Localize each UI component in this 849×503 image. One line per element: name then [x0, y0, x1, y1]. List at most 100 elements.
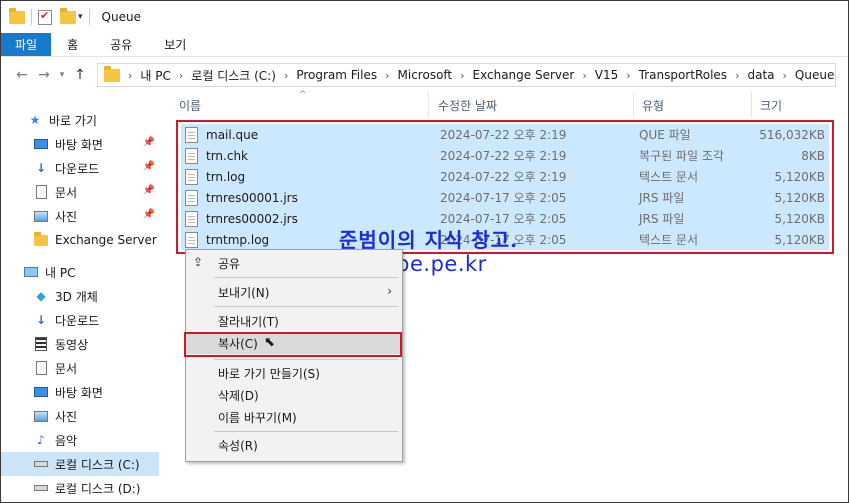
menu-divider	[214, 359, 398, 360]
chevron-right-icon[interactable]: ›	[128, 69, 132, 82]
sidebar-item-desktop-pc[interactable]: 바탕 화면	[1, 380, 159, 404]
context-menu: ⇪ 공유 보내기(N) › 잘라내기(T) 복사(C) ⬉ 바로 가기 만들기(…	[184, 249, 403, 462]
desktop-icon	[33, 136, 49, 152]
sidebar-item-pictures-pc[interactable]: 사진	[1, 404, 159, 428]
chevron-right-icon[interactable]: ›	[460, 69, 464, 82]
sidebar-item-label: 바탕 화면	[55, 385, 103, 400]
menu-item-delete[interactable]: 삭제(D)	[186, 384, 402, 406]
back-button[interactable]: ←	[11, 67, 33, 83]
recent-locations-button[interactable]: ▾	[55, 70, 69, 80]
sidebar-item-label: 바탕 화면	[55, 137, 103, 152]
sidebar-item-3d-objects[interactable]: ◆ 3D 개체	[1, 284, 159, 308]
file-size: 5,120KB	[774, 169, 825, 184]
up-button[interactable]: ↑	[69, 67, 91, 83]
properties-icon[interactable]	[38, 9, 52, 25]
breadcrumb-data[interactable]: data	[747, 68, 774, 82]
sidebar-item-label: 음악	[55, 433, 78, 448]
chevron-right-icon[interactable]: ›	[284, 69, 288, 82]
menu-item-rename[interactable]: 이름 바꾸기(M)	[186, 406, 402, 428]
sidebar-item-label: 사진	[55, 209, 78, 224]
menu-item-label: 바로 가기 만들기(S)	[218, 366, 320, 381]
breadcrumb-microsoft[interactable]: Microsoft	[398, 68, 453, 82]
table-row[interactable]: trnres00001.jrs 2024-07-17 오후 2:05 JRS 파…	[181, 187, 829, 208]
sidebar-item-label: Exchange Server	[55, 233, 157, 247]
forward-button[interactable]: →	[33, 67, 55, 83]
new-folder-icon[interactable]	[60, 7, 76, 24]
sidebar-item-local-disk-d[interactable]: 로컬 디스크 (D:)	[1, 476, 159, 500]
chevron-right-icon[interactable]: ›	[179, 69, 183, 82]
breadcrumb-local-disk-c[interactable]: 로컬 디스크 (C:)	[191, 67, 276, 84]
file-size: 5,120KB	[774, 190, 825, 205]
file-name: trn.chk	[206, 148, 248, 163]
sidebar-item-exchange-server[interactable]: Exchange Server	[1, 228, 159, 252]
sidebar-item-documents[interactable]: 문서 📌	[1, 180, 159, 204]
sidebar-item-this-pc[interactable]: 내 PC	[1, 260, 159, 284]
column-header-size[interactable]: 크기	[752, 92, 830, 118]
folder-icon	[104, 65, 120, 82]
file-icon	[185, 126, 198, 143]
ribbon-tabs: 파일 홈 공유 보기	[1, 33, 848, 57]
file-name: trnres00001.jrs	[206, 190, 298, 205]
sidebar-item-label: 3D 개체	[55, 289, 98, 304]
sidebar-item-quick-access[interactable]: ★ 바로 가기	[1, 108, 159, 132]
chevron-right-icon[interactable]: ›	[626, 69, 630, 82]
sidebar-item-videos[interactable]: 동영상	[1, 332, 159, 356]
breadcrumb-transportroles[interactable]: TransportRoles	[639, 68, 727, 82]
file-type: JRS 파일	[639, 212, 685, 226]
file-type: QUE 파일	[639, 128, 691, 142]
sidebar-item-label: 로컬 디스크 (D:)	[55, 481, 141, 496]
table-row[interactable]: mail.que 2024-07-22 오후 2:19 QUE 파일 516,0…	[181, 124, 829, 145]
tab-home[interactable]: 홈	[51, 33, 94, 56]
desktop-icon	[33, 384, 49, 400]
menu-divider	[214, 277, 398, 278]
menu-item-properties[interactable]: 속성(R)	[186, 434, 402, 456]
sidebar-item-downloads-pc[interactable]: ↓ 다운로드	[1, 308, 159, 332]
breadcrumb-exchange-server[interactable]: Exchange Server	[473, 68, 575, 82]
sidebar-item-pictures[interactable]: 사진 📌	[1, 204, 159, 228]
document-icon	[33, 184, 49, 200]
pc-icon	[23, 264, 39, 280]
menu-item-label: 삭제(D)	[218, 388, 259, 403]
menu-item-send-to[interactable]: 보내기(N) ›	[186, 281, 402, 303]
text-file-icon	[185, 231, 198, 248]
table-row[interactable]: trn.chk 2024-07-22 오후 2:19 복구된 파일 조각 8KB	[181, 145, 829, 166]
sidebar-item-desktop[interactable]: 바탕 화면 📌	[1, 132, 159, 156]
file-name: mail.que	[206, 127, 259, 142]
address-bar[interactable]: › 내 PC › 로컬 디스크 (C:) › Program Files › M…	[97, 63, 836, 87]
tab-file[interactable]: 파일	[1, 33, 52, 56]
breadcrumb-v15[interactable]: V15	[595, 68, 618, 82]
file-size: 5,120KB	[774, 232, 825, 247]
sidebar-item-label: 바로 가기	[49, 113, 97, 128]
column-header-date[interactable]: 수정한 날짜	[430, 92, 634, 118]
table-row[interactable]: trn.log 2024-07-22 오후 2:19 텍스트 문서 5,120K…	[181, 166, 829, 187]
chevron-right-icon: ›	[387, 284, 392, 298]
chevron-right-icon[interactable]: ›	[783, 69, 787, 82]
title-bar: ▾ Queue	[1, 1, 848, 33]
column-header-name[interactable]: 이름 ^	[171, 90, 429, 118]
chevron-right-icon[interactable]: ›	[385, 69, 389, 82]
file-name: trn.log	[206, 169, 246, 184]
breadcrumb-program-files[interactable]: Program Files	[296, 68, 377, 82]
tab-share[interactable]: 공유	[94, 33, 148, 56]
menu-item-share[interactable]: ⇪ 공유	[186, 252, 402, 274]
3d-objects-icon: ◆	[36, 289, 46, 303]
folder-icon	[33, 231, 49, 248]
chevron-right-icon[interactable]: ›	[582, 69, 586, 82]
breadcrumb-my-pc[interactable]: 내 PC	[140, 67, 170, 84]
file-type: 텍스트 문서	[639, 233, 699, 247]
column-header-type[interactable]: 유형	[634, 92, 752, 118]
menu-item-copy[interactable]: 복사(C) ⬉	[186, 332, 402, 354]
chevron-right-icon[interactable]: ›	[735, 69, 739, 82]
sidebar-item-local-disk-c[interactable]: 로컬 디스크 (C:)	[1, 452, 159, 476]
window-title: Queue	[101, 10, 141, 24]
breadcrumb-queue[interactable]: Queue	[795, 68, 834, 82]
tab-view[interactable]: 보기	[148, 33, 202, 56]
video-icon	[33, 336, 49, 352]
sidebar-item-documents-pc[interactable]: 문서	[1, 356, 159, 380]
customize-toolbar-icon[interactable]: ▾	[78, 12, 83, 22]
sidebar-item-music[interactable]: ♪ 음악	[1, 428, 159, 452]
sidebar-item-downloads[interactable]: ↓ 다운로드 📌	[1, 156, 159, 180]
file-type: 텍스트 문서	[639, 170, 699, 184]
menu-item-create-shortcut[interactable]: 바로 가기 만들기(S)	[186, 362, 402, 384]
menu-item-cut[interactable]: 잘라내기(T)	[186, 310, 402, 332]
